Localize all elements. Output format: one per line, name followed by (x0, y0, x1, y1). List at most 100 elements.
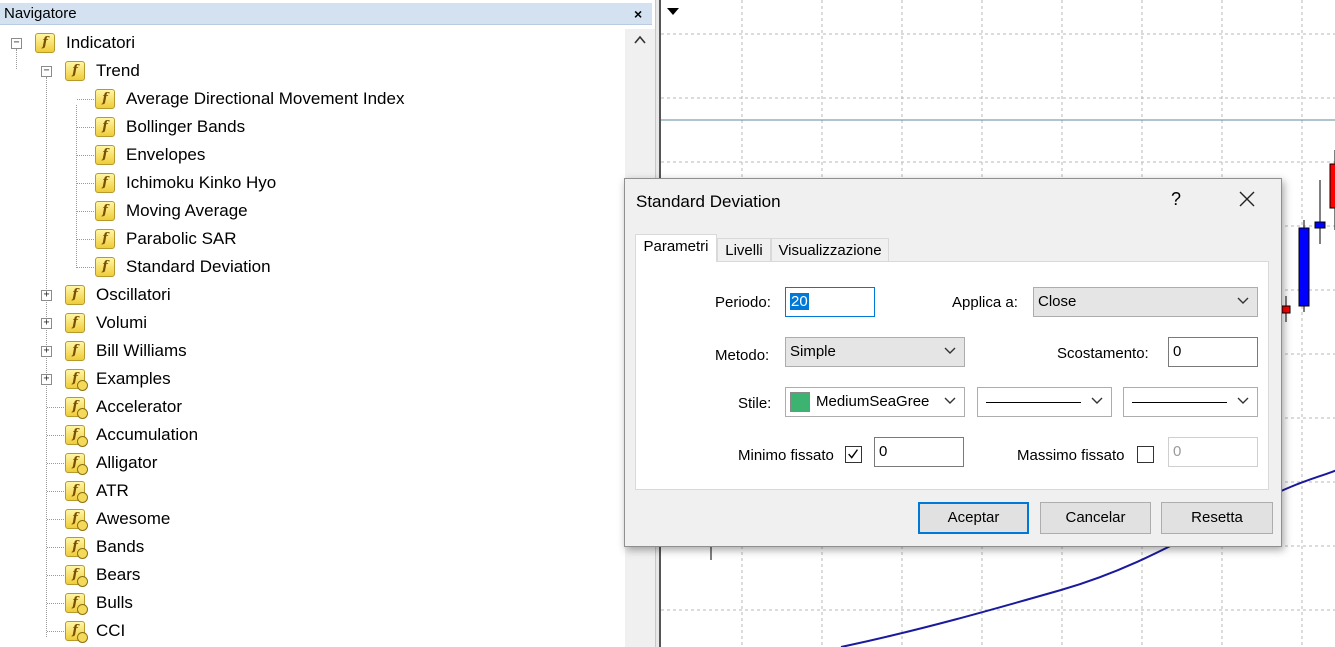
tree-item[interactable]: f Parabolic SAR (0, 225, 620, 253)
tree-item[interactable]: f CCI (0, 617, 620, 645)
custom-indicator-icon: f (65, 537, 88, 559)
tree-item-label: Moving Average (126, 201, 248, 220)
tab-visualizzazione[interactable]: Visualizzazione (771, 238, 889, 262)
tree-item[interactable]: − f Indicatori (0, 29, 620, 57)
tree-item-label: Accelerator (96, 397, 182, 416)
tree-item[interactable]: f Bands (0, 533, 620, 561)
tree-item-label: CCI (96, 621, 126, 640)
collapse-icon[interactable]: − (41, 66, 52, 77)
tree-item[interactable]: f Bulls (0, 589, 620, 617)
ok-button[interactable]: Aceptar (918, 502, 1029, 534)
reset-button[interactable]: Resetta (1161, 502, 1273, 534)
tree-connector (47, 407, 64, 408)
color-select[interactable]: MediumSeaGree (785, 387, 965, 417)
cancel-button[interactable]: Cancelar (1040, 502, 1151, 534)
candle-bear (1281, 305, 1291, 314)
tree-item[interactable]: f Envelopes (0, 141, 620, 169)
chevron-down-icon (1237, 397, 1249, 404)
indicator-icon: f (95, 117, 115, 137)
metodo-value: Simple (790, 343, 836, 360)
custom-indicator-icon: f (65, 481, 88, 503)
applica-select[interactable]: Close (1033, 287, 1258, 317)
tab-livelli[interactable]: Livelli (717, 238, 771, 262)
tree-item-label: Indicatori (66, 33, 135, 52)
minimo-input[interactable]: 0 (874, 437, 964, 467)
applica-value: Close (1038, 293, 1077, 310)
indicator-icon: f (35, 33, 55, 53)
metodo-select[interactable]: Simple (785, 337, 965, 367)
tree-connector (47, 547, 64, 548)
tree-item-label: ATR (96, 481, 129, 500)
tree-item-label: Average Directional Movement Index (126, 89, 405, 108)
dialog-title: Standard Deviation (636, 192, 781, 211)
massimo-checkbox[interactable] (1137, 446, 1154, 463)
tree-item[interactable]: f Awesome (0, 505, 620, 533)
tree-item[interactable]: f Alligator (0, 449, 620, 477)
indicator-icon: f (65, 341, 85, 361)
indicator-icon: f (65, 61, 85, 81)
collapse-icon[interactable]: − (11, 38, 22, 49)
custom-indicator-icon: f (65, 453, 88, 475)
minimo-label: Minimo fissato (738, 447, 834, 464)
custom-indicator-icon: f (65, 369, 88, 391)
tree-item[interactable]: f Accumulation (0, 421, 620, 449)
indicator-icon: f (95, 145, 115, 165)
tree-item[interactable]: f Accelerator (0, 393, 620, 421)
tree-item[interactable]: + f Examples (0, 365, 620, 393)
navigator-close-icon[interactable]: × (634, 6, 642, 22)
stile-label: Stile: (738, 395, 772, 412)
tree-item-label: Volumi (96, 313, 148, 332)
scostamento-value: 0 (1173, 343, 1182, 360)
tree-item[interactable]: f Standard Deviation (0, 253, 620, 281)
tree-connector (47, 435, 64, 436)
expand-icon[interactable]: + (41, 346, 52, 357)
chart-menu-arrow-icon[interactable] (667, 8, 679, 15)
navigator-title: Navigatore (4, 5, 77, 22)
tree-item[interactable]: f Ichimoku Kinko Hyo (0, 169, 620, 197)
tree-connector (47, 463, 64, 464)
periodo-label: Periodo: (715, 294, 771, 311)
line-width-select[interactable] (1123, 387, 1258, 417)
tree-item[interactable]: f Bears (0, 561, 620, 589)
expand-icon[interactable]: + (41, 290, 52, 301)
tree-connector (77, 239, 94, 240)
standard-deviation-dialog: Standard Deviation ? Parametri Livelli V… (624, 178, 1282, 547)
massimo-value: 0 (1173, 443, 1182, 460)
periodo-input[interactable]: 20 (785, 287, 875, 317)
line-style-select[interactable] (977, 387, 1112, 417)
indicator-icon: f (65, 313, 85, 333)
tree-item[interactable]: f ATR (0, 477, 620, 505)
tree-item-label: Accumulation (96, 425, 199, 444)
tree-item[interactable]: f Bollinger Bands (0, 113, 620, 141)
tree-item[interactable]: f Average Directional Movement Index (0, 85, 620, 113)
tree-connector (47, 491, 64, 492)
tab-parametri[interactable]: Parametri (635, 234, 717, 262)
tree-item-label: Examples (96, 369, 171, 388)
tree-item[interactable]: + f Oscillatori (0, 281, 620, 309)
close-icon[interactable] (1235, 187, 1259, 211)
tree-item-label: Trend (96, 61, 140, 80)
color-name: MediumSeaGree (816, 393, 930, 410)
tree-item-label: Standard Deviation (126, 257, 271, 276)
candle-bull (1298, 227, 1310, 307)
tree-item-label: Bears (96, 565, 141, 584)
tree-item[interactable]: − f Trend (0, 57, 620, 85)
expand-icon[interactable]: + (41, 318, 52, 329)
scostamento-input[interactable]: 0 (1168, 337, 1258, 367)
expand-icon[interactable]: + (41, 374, 52, 385)
tree-item[interactable]: + f Bill Williams (0, 337, 620, 365)
line-width-sample (1132, 402, 1227, 403)
scroll-up-icon[interactable] (633, 33, 647, 47)
help-icon[interactable]: ? (1171, 189, 1181, 210)
custom-indicator-icon: f (65, 565, 88, 587)
indicator-icon: f (95, 89, 115, 109)
navigator-title-bar: Navigatore (0, 3, 652, 25)
massimo-input[interactable]: 0 (1168, 437, 1258, 467)
minimo-checkbox[interactable] (845, 446, 862, 463)
tree-item[interactable]: + f Volumi (0, 309, 620, 337)
tree-item[interactable]: f Moving Average (0, 197, 620, 225)
custom-indicator-icon: f (65, 397, 88, 419)
tree-connector (47, 603, 64, 604)
tree-connector (47, 519, 64, 520)
indicator-icon: f (95, 201, 115, 221)
